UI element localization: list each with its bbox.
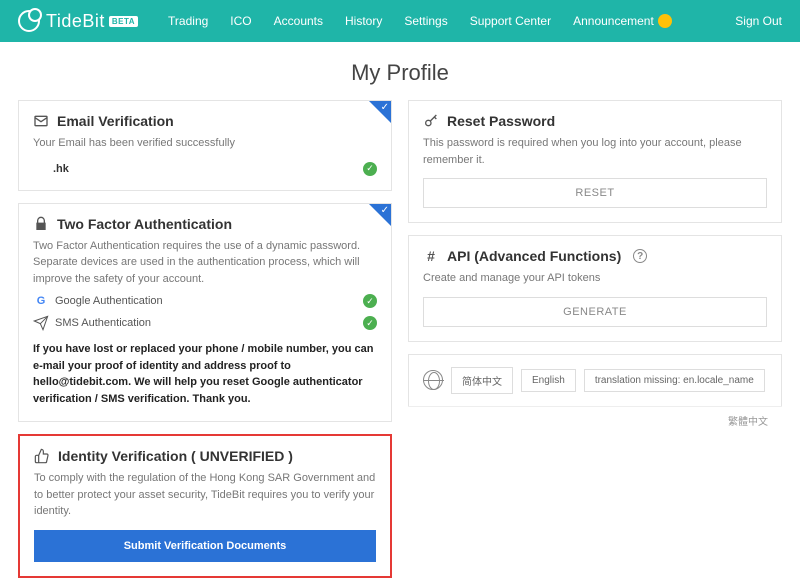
top-nav: TideBit BETA Trading ICO Accounts Histor… xyxy=(0,0,800,42)
nav-settings[interactable]: Settings xyxy=(404,14,447,28)
nav-support[interactable]: Support Center xyxy=(470,14,551,28)
globe-icon xyxy=(423,370,443,390)
beta-badge: BETA xyxy=(109,16,138,27)
id-card-desc: To comply with the regulation of the Hon… xyxy=(34,470,376,520)
check-icon xyxy=(363,316,377,330)
identity-verification-card: Identity Verification ( UNVERIFIED ) To … xyxy=(18,434,392,578)
nav-ico[interactable]: ICO xyxy=(230,14,251,28)
email-verification-card: Email Verification Your Email has been v… xyxy=(18,100,392,191)
api-card-desc: Create and manage your API tokens xyxy=(423,270,767,287)
key-icon xyxy=(423,113,439,129)
submit-verification-button[interactable]: Submit Verification Documents xyxy=(34,530,376,562)
lang-missing[interactable]: translation missing: en.locale_name xyxy=(584,369,765,392)
language-selector: 简体中文 English translation missing: en.loc… xyxy=(408,354,782,407)
verified-corner-icon xyxy=(369,101,391,123)
nav-announcement[interactable]: Announcement xyxy=(573,14,672,28)
lock-icon xyxy=(33,216,49,232)
nav-history[interactable]: History xyxy=(345,14,382,28)
check-icon xyxy=(363,162,377,176)
paper-plane-icon xyxy=(33,315,49,331)
nav-trading[interactable]: Trading xyxy=(168,14,208,28)
reset-card-desc: This password is required when you log i… xyxy=(423,135,767,168)
id-card-title: Identity Verification ( UNVERIFIED ) xyxy=(58,448,293,464)
tfa-card-desc: Two Factor Authentication requires the u… xyxy=(33,238,377,288)
verified-corner-icon xyxy=(369,204,391,226)
brand-name: TideBit xyxy=(46,11,105,32)
email-card-desc: Your Email has been verified successfull… xyxy=(33,135,377,152)
nav-accounts[interactable]: Accounts xyxy=(274,14,323,28)
tfa-card-title: Two Factor Authentication xyxy=(57,216,232,232)
logo-icon xyxy=(18,10,40,32)
lang-english[interactable]: English xyxy=(521,369,576,392)
email-value: .hk xyxy=(53,163,69,175)
help-icon[interactable]: ? xyxy=(633,249,647,263)
email-card-title: Email Verification xyxy=(57,113,174,129)
nav-links: Trading ICO Accounts History Settings Su… xyxy=(168,14,735,28)
google-auth-label: Google Authentication xyxy=(55,295,163,307)
check-icon xyxy=(363,294,377,308)
sign-out-link[interactable]: Sign Out xyxy=(735,14,782,28)
generate-button[interactable]: GENERATE xyxy=(423,297,767,327)
api-card-title: API (Advanced Functions) xyxy=(447,248,621,264)
envelope-icon xyxy=(33,113,49,129)
reset-button[interactable]: RESET xyxy=(423,178,767,208)
reset-card-title: Reset Password xyxy=(447,113,555,129)
brand-logo[interactable]: TideBit BETA xyxy=(18,10,138,32)
two-factor-card: Two Factor Authentication Two Factor Aut… xyxy=(18,203,392,423)
hash-icon: # xyxy=(423,248,439,264)
lang-traditional[interactable]: 繁體中文 xyxy=(408,406,782,428)
api-card: # API (Advanced Functions) ? Create and … xyxy=(408,235,782,342)
lang-simplified[interactable]: 简体中文 xyxy=(451,367,513,394)
reset-password-card: Reset Password This password is required… xyxy=(408,100,782,223)
page-title: My Profile xyxy=(0,60,800,86)
thumbs-up-icon xyxy=(34,448,50,464)
google-icon: G xyxy=(33,293,49,309)
tfa-note: If you have lost or replaced your phone … xyxy=(33,341,377,407)
sms-auth-label: SMS Authentication xyxy=(55,317,151,329)
